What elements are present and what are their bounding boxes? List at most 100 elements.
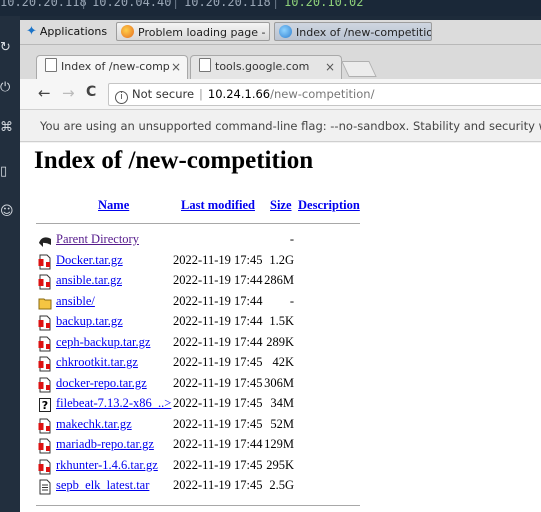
back-file-icon [38, 233, 51, 248]
file-modified: 2022-11-19 17:45 [173, 416, 263, 431]
file-row: makechk.tar.gz 2022-11-19 17:45 52M [36, 416, 376, 436]
file-modified: 2022-11-19 17:44 [173, 334, 263, 349]
file-size: 306M [264, 375, 294, 390]
file-size: 1.5K [269, 314, 294, 328]
file-size: 295K [266, 457, 294, 472]
file-link[interactable]: backup.tar.gz [56, 314, 123, 329]
column-header-description[interactable]: Description [298, 198, 360, 213]
text-file-icon [38, 479, 51, 495]
reload-button[interactable]: C [86, 84, 96, 100]
page-icon [199, 58, 211, 72]
archive-file-icon [38, 356, 51, 372]
file-link[interactable]: Docker.tar.gz [56, 253, 123, 268]
dock-refresh-icon[interactable]: ↻ [0, 40, 20, 64]
file-row: ceph-backup.tar.gz 2022-11-19 17:44 289K [36, 334, 376, 354]
file-link[interactable]: Parent Directory [56, 232, 139, 247]
page-title: Index of /new-competition [34, 147, 314, 174]
file-link[interactable]: docker-repo.tar.gz [56, 376, 147, 391]
file-link[interactable]: filebeat-7.13.2-x86_..> [56, 396, 171, 411]
status-separator: | [172, 0, 180, 9]
archive-file-icon [38, 377, 51, 392]
status-time-1: 10.20.04.40 [92, 0, 172, 9]
tab-index[interactable]: Index of /new-comp × [36, 55, 188, 79]
column-header-size[interactable]: Size [270, 198, 292, 213]
file-link[interactable]: ceph-backup.tar.gz [56, 335, 150, 350]
file-modified: 2022-11-19 17:44 [173, 314, 263, 328]
status-separator: | [80, 0, 88, 9]
desktop-panel: ✦ Applications Problem loading page - ...… [20, 20, 541, 45]
file-row: rkhunter-1.4.6.tar.gz 2022-11-19 17:45 295… [36, 457, 376, 477]
file-row: ? filebeat-7.13.2-x86_..> 2022-11-19 17:45… [36, 395, 376, 415]
file-size: 42K [272, 355, 294, 369]
archive-file-icon [38, 274, 51, 290]
file-link[interactable]: makechk.tar.gz [56, 417, 132, 432]
file-modified: 2022-11-19 17:45 [173, 396, 263, 410]
file-link[interactable]: ansible.tar.gz [56, 273, 122, 288]
tab-close-icon[interactable]: × [325, 56, 335, 78]
dock-power-icon[interactable]: ⏻ [0, 80, 20, 104]
firefox-icon [121, 25, 134, 38]
file-link[interactable]: chkrootkit.tar.gz [56, 355, 138, 370]
file-modified: 2022-11-19 17:44 [173, 293, 263, 308]
file-row: docker-repo.tar.gz 2022-11-19 17:45 306M [36, 375, 376, 395]
file-modified: 2022-11-19 17:45 [173, 375, 263, 390]
dock-tools-icon[interactable]: ⌘ [0, 120, 20, 144]
file-row: chkrootkit.tar.gz 2022-11-19 17:45 42K [36, 354, 376, 374]
file-modified: 2022-11-19 17:45 [173, 457, 263, 472]
file-modified: 2022-11-19 17:44 [173, 437, 263, 451]
new-tab-button[interactable] [341, 61, 377, 77]
status-separator: | [272, 0, 280, 9]
dock-clipboard-icon[interactable]: ▯ [0, 164, 20, 188]
folder-file-icon [38, 295, 52, 310]
file-link[interactable]: mariadb-repo.tar.gz [56, 437, 154, 452]
archive-file-icon [38, 418, 51, 433]
file-size: 34M [270, 396, 294, 410]
file-row: mariadb-repo.tar.gz 2022-11-19 17:44 129M [36, 436, 376, 456]
file-size: 2.5G [269, 478, 294, 492]
taskbar-item-index-page[interactable]: Index of /new-competitio... [274, 22, 432, 41]
dock-user-icon[interactable]: ☺ [0, 204, 20, 228]
left-dock: ↻ ⏻ ⌘ ▯ ☺ [0, 16, 20, 512]
archive-file-icon [38, 254, 51, 269]
file-row: Parent Directory - [36, 231, 376, 251]
file-size: 129M [264, 437, 294, 451]
file-size: - [289, 293, 294, 308]
status-ip-2: 10.20.20.118 [184, 0, 271, 9]
file-row: ansible.tar.gz 2022-11-19 17:44 286M [36, 272, 376, 292]
svg-text:?: ? [42, 399, 48, 412]
header-divider [36, 223, 360, 224]
warning-infobar: You are using an unsupported command-lin… [20, 110, 541, 142]
applications-menu[interactable]: ✦ Applications [26, 20, 107, 44]
file-row: sepb_elk_latest.tar 2022-11-19 17:45 2.5G [36, 477, 376, 497]
archive-file-icon [38, 315, 51, 331]
file-modified: 2022-11-19 17:45 [173, 355, 263, 369]
info-icon[interactable]: i [115, 91, 128, 104]
page-content: Index of /new-competition Name Last modi… [20, 143, 541, 512]
back-button[interactable]: ← [38, 84, 51, 102]
file-row: backup.tar.gz 2022-11-19 17:44 1.5K [36, 313, 376, 333]
tab-google-tools[interactable]: tools.google.com × [190, 55, 342, 79]
taskbar-item-problem-page[interactable]: Problem loading page - ... [116, 22, 270, 41]
column-header-last-modified[interactable]: Last modified [181, 198, 255, 213]
file-row: Docker.tar.gz 2022-11-19 17:45 1.2G [36, 252, 376, 272]
archive-file-icon [38, 336, 51, 351]
file-size: 1.2G [269, 252, 294, 267]
tab-strip: Index of /new-comp × tools.google.com × [20, 45, 541, 79]
tab-close-icon[interactable]: × [171, 56, 181, 78]
file-link[interactable]: rkhunter-1.4.6.tar.gz [56, 458, 158, 473]
footer-divider [36, 505, 360, 506]
xfce-logo-icon: ✦ [26, 24, 37, 39]
file-size: 286M [264, 273, 294, 287]
file-size: 52M [270, 416, 294, 431]
file-modified: 2022-11-19 17:44 [173, 273, 263, 287]
file-link[interactable]: ansible/ [56, 294, 95, 309]
forward-button[interactable]: → [62, 84, 75, 102]
file-link[interactable]: sepb_elk_latest.tar [56, 478, 149, 493]
column-header-name[interactable]: Name [98, 198, 129, 213]
browser-window: Index of /new-comp × tools.google.com × … [20, 45, 541, 512]
chromium-icon [279, 25, 292, 38]
file-modified: 2022-11-19 17:45 [173, 478, 263, 492]
file-size: - [289, 232, 294, 246]
status-ip-1: 10.20.20.118 [0, 0, 87, 9]
address-bar[interactable]: i Not secure | 10.24.1.66/new-competition/ [108, 83, 541, 106]
